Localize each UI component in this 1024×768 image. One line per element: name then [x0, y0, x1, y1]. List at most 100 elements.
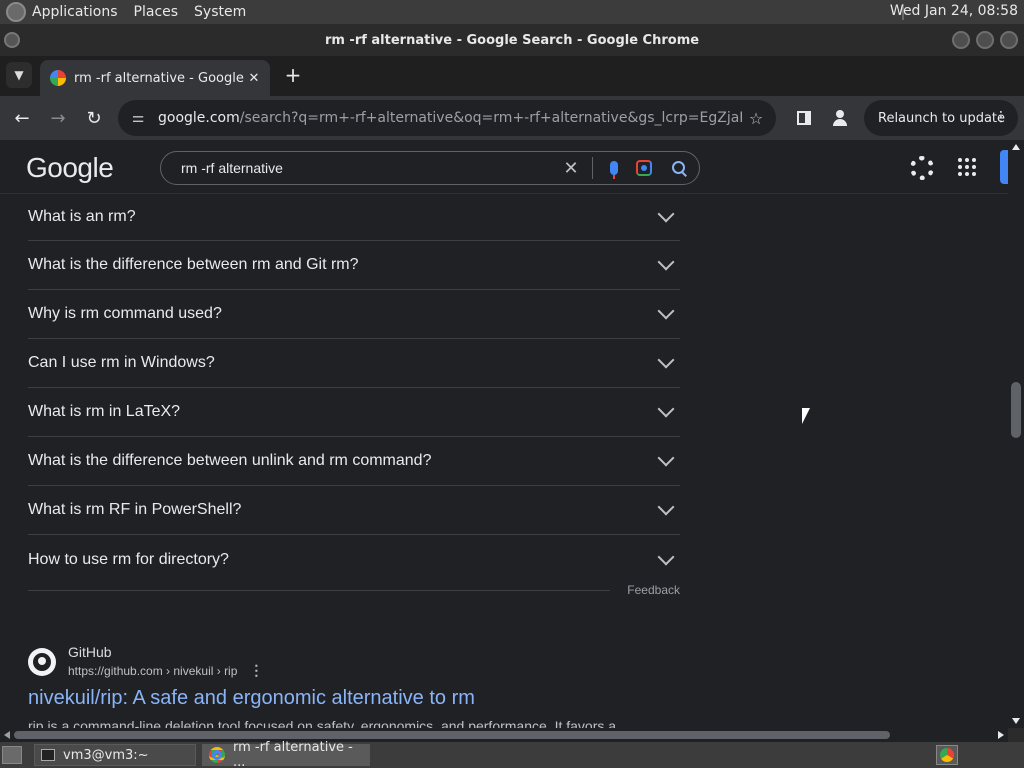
window-controls — [952, 31, 1018, 49]
result-title-link[interactable]: nivekuil/rip: A safe and ergonomic alter… — [28, 687, 680, 710]
search-input[interactable] — [161, 160, 556, 176]
faq-item[interactable]: What is rm in LaTeX? — [28, 388, 680, 437]
browser-toolbar: ← → ↻ ⚌ google.com/search?q=rm+-rf+alter… — [0, 96, 1024, 140]
address-bar[interactable]: ⚌ google.com/search?q=rm+-rf+alternative… — [118, 100, 776, 136]
horizontal-scrollbar[interactable] — [0, 728, 1008, 742]
apps-dot — [965, 158, 969, 162]
window-menu-icon[interactable] — [4, 32, 20, 48]
menu-applications[interactable]: Applications — [32, 4, 118, 20]
system-logo-icon[interactable] — [6, 2, 26, 22]
more-menu-icon[interactable]: ⋮ — [994, 109, 1008, 125]
faq-item[interactable]: What is the difference between unlink an… — [28, 437, 680, 486]
faq-item[interactable]: Can I use rm in Windows? — [28, 339, 680, 388]
side-panel-shape — [797, 111, 811, 125]
clock[interactable]: Wed Jan 24, 08:58 — [890, 3, 1018, 19]
scroll-right-arrow-icon[interactable] — [998, 731, 1004, 739]
menu-places[interactable]: Places — [134, 4, 179, 20]
gear-icon[interactable] — [910, 156, 934, 180]
apps-dot — [958, 158, 962, 162]
profile-shape — [832, 110, 848, 126]
apps-grid-icon[interactable] — [958, 158, 976, 176]
feedback-link[interactable]: Feedback — [627, 583, 680, 597]
gear-center — [919, 165, 925, 171]
clear-search-icon[interactable]: ✕ — [556, 158, 586, 179]
taskbar-terminal[interactable]: vm3@vm3:~ — [34, 744, 196, 766]
minimize-button[interactable] — [952, 31, 970, 49]
tab-active[interactable]: rm -rf alternative - Google Se ✕ — [40, 60, 270, 96]
scrollbar-corner — [1008, 728, 1024, 742]
google-search-box[interactable]: ✕ — [160, 151, 700, 185]
vertical-scrollbar[interactable] — [1008, 140, 1024, 728]
chevron-down-icon: ▼ — [14, 68, 24, 82]
menu-system[interactable]: System — [194, 4, 246, 20]
faq-item[interactable]: What is rm RF in PowerShell? — [28, 486, 680, 535]
search-result: GitHub https://github.com › nivekuil › r… — [28, 644, 680, 728]
search-button[interactable] — [659, 153, 699, 183]
vertical-scroll-thumb[interactable] — [1011, 382, 1021, 438]
scroll-up-arrow-icon[interactable] — [1012, 144, 1020, 150]
faq-item[interactable]: Why is rm command used? — [28, 290, 680, 339]
scroll-left-arrow-icon[interactable] — [4, 731, 10, 739]
faq-question: What is rm in LaTeX? — [28, 403, 181, 420]
result-site-text: GitHub https://github.com › nivekuil › r… — [68, 644, 263, 679]
people-also-ask-list: What is an rm? What is the difference be… — [28, 194, 680, 584]
relaunch-button[interactable]: Relaunch to update ⋮ — [864, 100, 1018, 136]
faq-item[interactable]: What is the difference between rm and Gi… — [28, 241, 680, 290]
tab-close-icon[interactable]: ✕ — [244, 71, 264, 86]
taskbar-chrome-label: rm -rf alternative - ... — [232, 740, 353, 768]
result-site[interactable]: GitHub https://github.com › nivekuil › r… — [28, 644, 680, 679]
lens-icon[interactable] — [629, 153, 659, 183]
faq-item[interactable]: What is an rm? — [28, 194, 680, 241]
faq-question: What is the difference between rm and Gi… — [28, 256, 359, 273]
reload-button[interactable]: ↻ — [82, 106, 106, 130]
url-text[interactable]: google.com/search?q=rm+-rf+alternative&o… — [158, 110, 742, 126]
lens-shape — [636, 160, 652, 176]
back-button[interactable]: ← — [10, 106, 34, 130]
tab-title: rm -rf alternative - Google Se — [74, 70, 244, 86]
scroll-down-arrow-icon[interactable] — [1012, 718, 1020, 724]
chevron-down-icon — [657, 400, 675, 418]
chevron-down-icon — [657, 253, 675, 271]
close-window-button[interactable] — [1000, 31, 1018, 49]
google-logo[interactable]: Google — [26, 152, 114, 184]
account-avatar[interactable] — [1000, 150, 1008, 184]
search-divider — [592, 157, 593, 179]
apps-dot — [972, 165, 976, 169]
faq-question: What is the difference between unlink an… — [28, 452, 432, 469]
result-snippet: rip is a command-line deletion tool focu… — [28, 718, 617, 728]
taskbar-chrome[interactable]: rm -rf alternative - ... — [202, 740, 370, 768]
chevron-down-icon — [657, 449, 675, 467]
forward-button[interactable]: → — [46, 106, 70, 130]
tray-chrome-icon[interactable] — [936, 745, 958, 765]
chevron-down-icon — [657, 205, 675, 223]
apps-dot — [958, 172, 962, 176]
screen: Applications Places System Wed Jan 24, 0… — [0, 0, 1024, 768]
faq-question: Can I use rm in Windows? — [28, 354, 215, 371]
search-icon — [672, 161, 686, 175]
result-site-name: GitHub — [68, 644, 112, 660]
faq-question: What is rm RF in PowerShell? — [28, 501, 242, 518]
mic-icon[interactable] — [599, 153, 629, 183]
show-desktop-icon[interactable] — [2, 746, 22, 764]
tab-search-button[interactable]: ▼ — [6, 62, 32, 88]
chevron-down-icon — [657, 351, 675, 369]
new-tab-button[interactable]: + — [282, 63, 304, 87]
taskbar: vm3@vm3:~ rm -rf alternative - ... — [0, 740, 1024, 768]
maximize-button[interactable] — [976, 31, 994, 49]
tray-chrome-shape — [940, 748, 954, 762]
window-title-bar[interactable]: rm -rf alternative - Google Search - Goo… — [0, 24, 1024, 56]
google-favicon-icon — [50, 70, 66, 86]
apps-dot — [972, 158, 976, 162]
site-info-icon[interactable]: ⚌ — [128, 108, 148, 128]
faq-question: What is an rm? — [28, 208, 136, 225]
result-more-icon[interactable]: ⋮ — [249, 662, 263, 679]
star-icon[interactable]: ☆ — [742, 109, 770, 128]
github-icon-inner — [33, 652, 51, 671]
window-title: rm -rf alternative - Google Search - Goo… — [324, 32, 700, 48]
faq-item[interactable]: How to use rm for directory? — [28, 535, 680, 584]
github-icon — [28, 647, 56, 676]
profile-icon[interactable] — [830, 108, 850, 128]
side-panel-icon[interactable] — [794, 108, 814, 128]
result-breadcrumb: https://github.com › nivekuil › rip ⋮ — [68, 662, 263, 679]
horizontal-scroll-thumb[interactable] — [14, 731, 890, 739]
